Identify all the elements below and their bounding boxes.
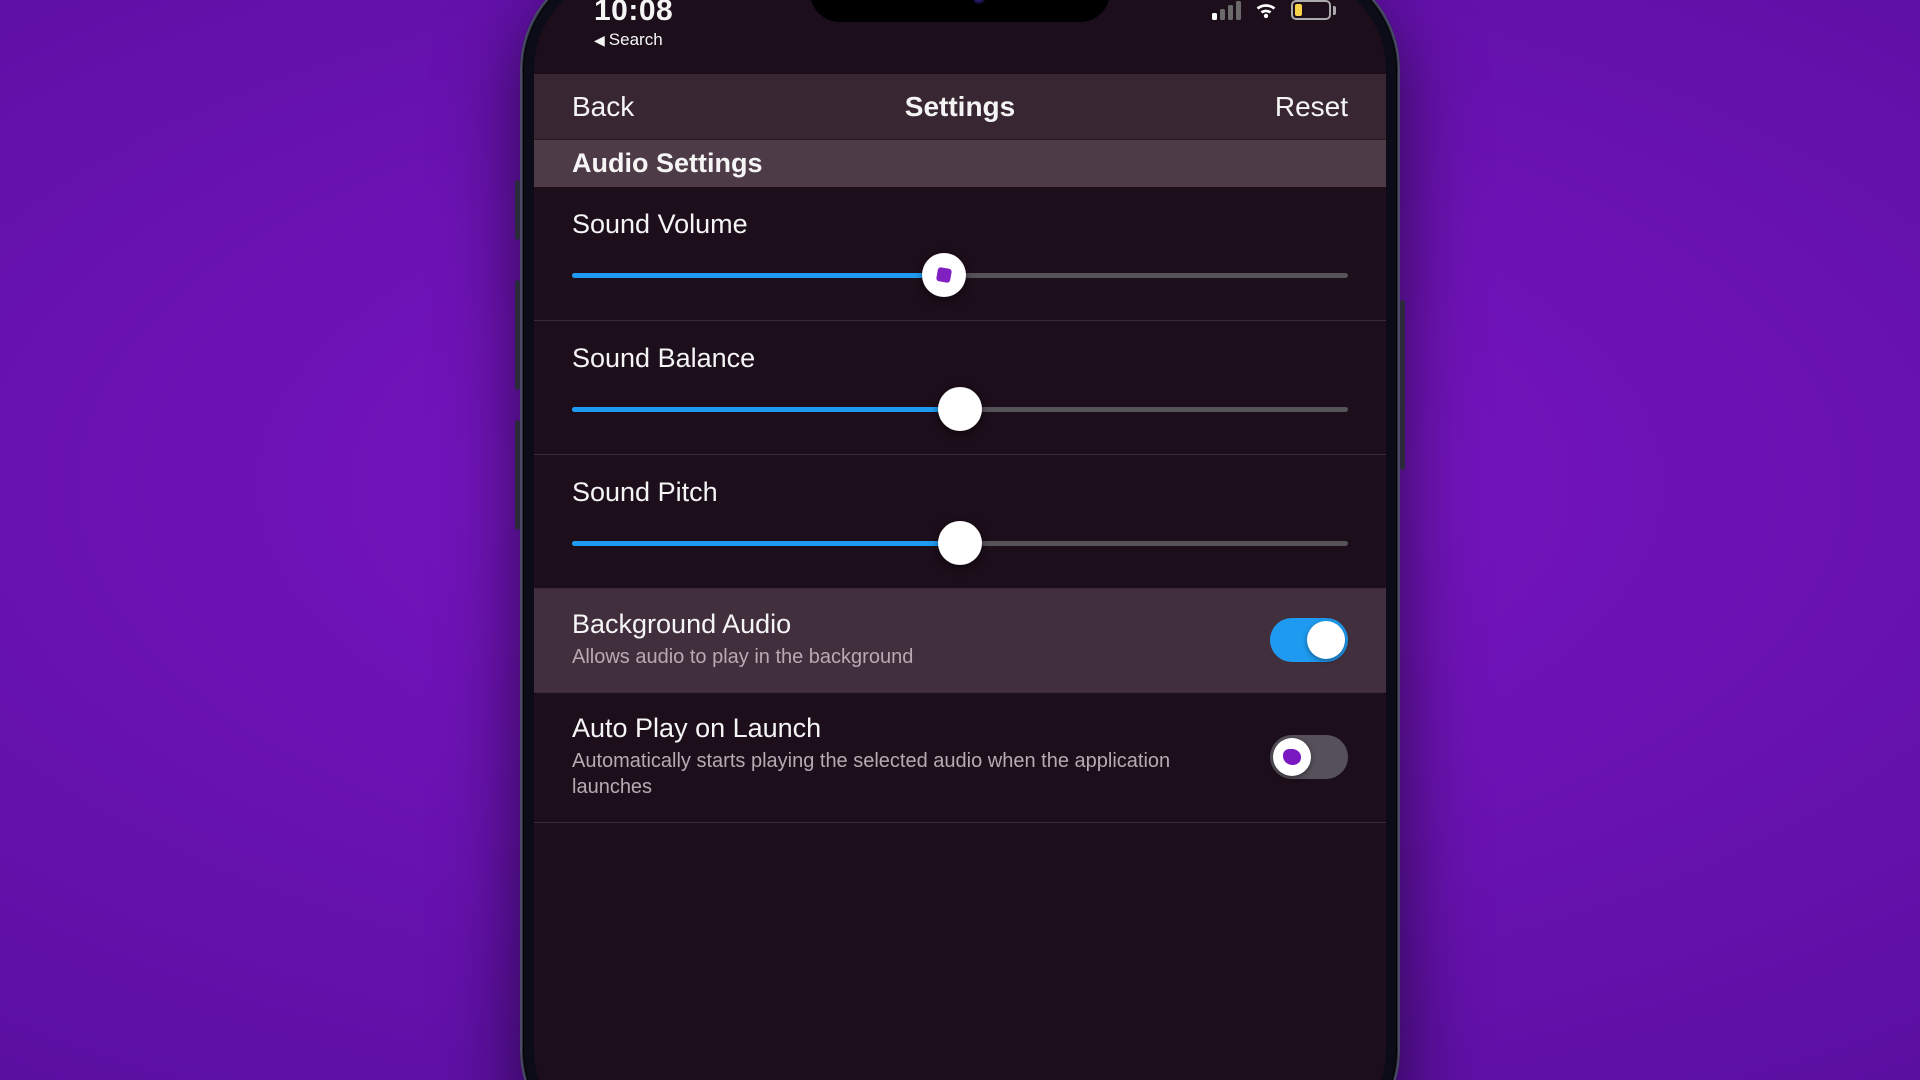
phone-side-button [1400, 300, 1405, 470]
setting-row-volume: Sound Volume [534, 187, 1386, 321]
slider-balance[interactable] [572, 394, 1348, 424]
setting-label-pitch: Sound Pitch [572, 477, 1348, 508]
battery-fill [1295, 4, 1302, 16]
setting-label-balance: Sound Balance [572, 343, 1348, 374]
toggle-text: Background Audio Allows audio to play in … [572, 609, 1270, 670]
slider-thumb[interactable] [922, 253, 966, 297]
phone-screen: 10:08 ◀ Search [534, 0, 1386, 1080]
toggle-subtitle-background_audio: Allows audio to play in the background [572, 644, 1250, 670]
wifi-icon [1253, 0, 1279, 20]
toggle-title-auto_play: Auto Play on Launch [572, 713, 1250, 744]
phone-side-button [515, 180, 520, 240]
setting-row-pitch: Sound Pitch [534, 455, 1386, 589]
status-time: 10:08 [594, 0, 673, 28]
phone-frame: 10:08 ◀ Search [520, 0, 1400, 1080]
back-button[interactable]: Back [572, 91, 634, 123]
setting-row-auto_play: Auto Play on Launch Automatically starts … [534, 693, 1386, 823]
slider-fill [572, 273, 944, 278]
toggle-knob [1273, 738, 1311, 776]
breadcrumb-back[interactable]: ◀ Search [594, 30, 673, 50]
toggle-background_audio[interactable] [1270, 618, 1348, 662]
thumb-accent-icon [936, 267, 952, 283]
toggle-subtitle-auto_play: Automatically starts playing the selecte… [572, 748, 1250, 800]
stage: 10:08 ◀ Search [0, 0, 1920, 1080]
setting-label-volume: Sound Volume [572, 209, 1348, 240]
knob-accent-icon [1283, 749, 1301, 765]
slider-pitch[interactable] [572, 528, 1348, 558]
reset-button[interactable]: Reset [1275, 91, 1348, 123]
slider-volume[interactable] [572, 260, 1348, 290]
setting-row-background_audio: Background Audio Allows audio to play in … [534, 589, 1386, 693]
breadcrumb-label: Search [609, 30, 663, 50]
cellular-signal-icon [1212, 0, 1241, 20]
phone-side-button [515, 420, 520, 530]
page-title: Settings [534, 91, 1386, 123]
navbar: Back Settings Reset [534, 74, 1386, 140]
slider-fill [572, 541, 960, 546]
slider-thumb[interactable] [938, 387, 982, 431]
setting-row-balance: Sound Balance [534, 321, 1386, 455]
toggle-text: Auto Play on Launch Automatically starts … [572, 713, 1270, 800]
battery-icon [1291, 0, 1336, 20]
slider-fill [572, 407, 960, 412]
section-header-audio: Audio Settings [534, 140, 1386, 187]
back-caret-icon: ◀ [594, 32, 605, 49]
toggle-knob [1307, 621, 1345, 659]
phone-notch [810, 0, 1110, 22]
front-camera-icon [973, 0, 987, 5]
toggle-auto_play[interactable] [1270, 735, 1348, 779]
toggle-title-background_audio: Background Audio [572, 609, 1250, 640]
slider-thumb[interactable] [938, 521, 982, 565]
phone-side-button [515, 280, 520, 390]
